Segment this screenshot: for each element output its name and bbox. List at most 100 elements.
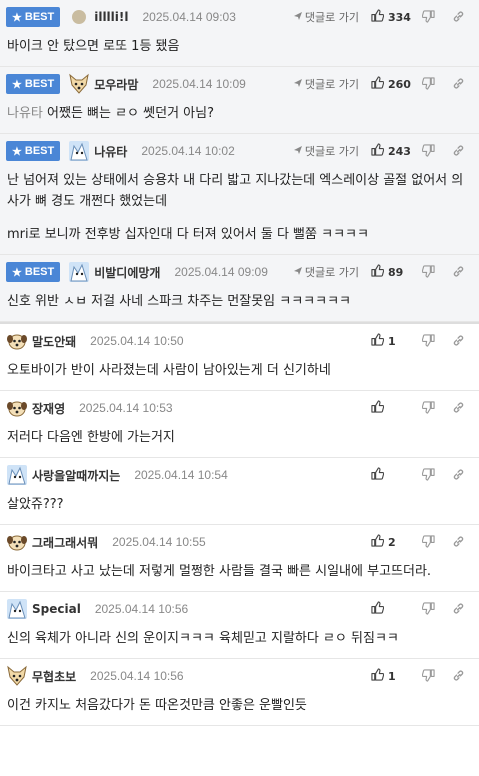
nickname[interactable]: 나유타 [94, 143, 127, 160]
dislike-button[interactable] [413, 332, 443, 351]
go-to-comment-label: 댓글로 가기 [304, 145, 359, 158]
nickname[interactable]: 모우라맘 [94, 76, 138, 93]
go-to-comment-link[interactable]: 댓글로 가기 [293, 264, 359, 280]
thumbs-up-icon [371, 668, 385, 684]
nickname[interactable]: illlli!l [94, 10, 128, 24]
comment-date: 2025.04.14 10:54 [134, 468, 228, 482]
avatar[interactable] [6, 531, 28, 553]
copy-link-button[interactable] [443, 533, 473, 552]
go-to-comment-link[interactable]: 댓글로 가기 [293, 143, 359, 159]
comment-body: mri로 보니까 전후방 십자인대 다 터져 있어서 둘 다 뻘쭘 ㅋㅋㅋㅋ [7, 227, 369, 242]
nickname[interactable]: 말도안돼 [32, 333, 76, 350]
dislike-button[interactable] [413, 533, 443, 552]
comment-date: 2025.04.14 10:56 [90, 669, 184, 683]
thumbs-up-icon [371, 400, 385, 416]
copy-link-button[interactable] [443, 399, 473, 418]
dislike-button[interactable] [413, 466, 443, 485]
thumbs-up-icon [371, 467, 385, 483]
avatar[interactable] [6, 464, 28, 486]
thumbs-down-icon [421, 332, 435, 351]
star-icon: ★ [12, 11, 22, 24]
copy-link-button[interactable] [443, 263, 473, 282]
avatar[interactable] [68, 261, 90, 283]
arrow-icon [293, 11, 303, 24]
like-button[interactable] [371, 467, 413, 483]
nickname[interactable]: 장재영 [32, 400, 65, 417]
dislike-button[interactable] [413, 142, 443, 161]
like-button[interactable]: 2 [371, 534, 413, 550]
copy-link-button[interactable] [443, 8, 473, 27]
dislike-button[interactable] [413, 399, 443, 418]
comment-item: 말도안돼 2025.04.14 10:50 1 오토바이가 반이 사라졌는데 사람이 … [0, 324, 479, 391]
comment-header: ★ BEST 비발디에망개 2025.04.14 09:09 댓글로 가기 89 [0, 255, 479, 289]
link-icon [452, 466, 465, 485]
thumbs-down-icon [421, 75, 435, 94]
thumbs-up-icon [371, 333, 385, 349]
best-badge-label: BEST [24, 78, 55, 90]
copy-link-button[interactable] [443, 600, 473, 619]
avatar[interactable] [6, 330, 28, 352]
comment-date: 2025.04.14 10:50 [90, 334, 184, 348]
comment-body: 저러다 다음엔 한방에 가는거지 [7, 430, 175, 445]
comment-paragraph: 바이크타고 사고 났는데 저렇게 멀쩡한 사람들 결국 빠른 시일내에 부고뜨더… [7, 561, 472, 582]
nickname[interactable]: Special [32, 602, 81, 616]
copy-link-button[interactable] [443, 142, 473, 161]
avatar[interactable] [6, 598, 28, 620]
go-to-comment-link[interactable]: 댓글로 가기 [293, 76, 359, 92]
link-icon [452, 667, 465, 686]
comment-header: 사랑을알때까지는 2025.04.14 10:54 [0, 458, 479, 492]
copy-link-button[interactable] [443, 75, 473, 94]
comment-header: 무협초보 2025.04.14 10:56 1 [0, 659, 479, 693]
dislike-button[interactable] [413, 263, 443, 282]
comment-text: 이건 카지노 처음갔다가 돈 따온것만큼 안좋은 운빨인듯 [0, 693, 479, 725]
dislike-button[interactable] [413, 600, 443, 619]
comment-list: ★ BEST illlli!l 2025.04.14 09:03 댓글로 가기 334 바이… [0, 0, 479, 726]
comment-paragraph: 신의 육체가 아니라 신의 운이지ㅋㅋㅋ 육체믿고 지랄하다 ㄹㅇ 뒤짐ㅋㅋ [7, 628, 472, 649]
like-button[interactable]: 334 [371, 9, 413, 25]
avatar[interactable] [68, 6, 90, 28]
dislike-button[interactable] [413, 667, 443, 686]
like-button[interactable]: 89 [371, 264, 413, 280]
comment-paragraph: 신호 위반 ㅅㅂ 저걸 사네 스파크 차주는 먼잘못임 ㅋㅋㅋㅋㅋㅋ [7, 291, 472, 312]
like-button[interactable] [371, 400, 413, 416]
link-icon [452, 8, 465, 27]
comment-date: 2025.04.14 10:09 [152, 77, 246, 91]
like-button[interactable] [371, 601, 413, 617]
nickname[interactable]: 사랑을알때까지는 [32, 467, 120, 484]
comment-date: 2025.04.14 10:53 [79, 401, 173, 415]
comment-paragraph: 바이크 안 탔으면 로또 1등 됐음 [7, 36, 472, 57]
nickname[interactable]: 무협초보 [32, 668, 76, 685]
nickname[interactable]: 비발디에망개 [94, 264, 160, 281]
copy-link-button[interactable] [443, 466, 473, 485]
like-button[interactable]: 260 [371, 76, 413, 92]
avatar[interactable] [68, 140, 90, 162]
comment-body: 이건 카지노 처음갔다가 돈 따온것만큼 안좋은 운빨인듯 [7, 698, 307, 713]
nickname[interactable]: 그래그래서뭐 [32, 534, 98, 551]
comment-item: ★ BEST 나유타 2025.04.14 10:02 댓글로 가기 243 난 넘어져 있… [0, 134, 479, 255]
dislike-button[interactable] [413, 75, 443, 94]
comment-date: 2025.04.14 10:02 [141, 144, 235, 158]
copy-link-button[interactable] [443, 667, 473, 686]
like-button[interactable]: 1 [371, 333, 413, 349]
dislike-button[interactable] [413, 8, 443, 27]
star-icon: ★ [12, 266, 22, 279]
avatar[interactable] [6, 665, 28, 687]
comment-date: 2025.04.14 09:03 [142, 10, 236, 24]
comment-text: 오토바이가 반이 사라졌는데 사람이 남아있는게 더 신기하네 [0, 358, 479, 390]
like-button[interactable]: 1 [371, 668, 413, 684]
go-to-comment-link[interactable]: 댓글로 가기 [293, 9, 359, 25]
comment-body: 바이크 안 탔으면 로또 1등 됐음 [7, 39, 180, 54]
thumbs-down-icon [421, 466, 435, 485]
link-icon [452, 142, 465, 161]
comment-paragraph: 나유타 어쨌든 뼈는 ㄹㅇ 쎗던거 아님? [7, 103, 472, 124]
star-icon: ★ [12, 78, 22, 91]
like-button[interactable]: 243 [371, 143, 413, 159]
quoted-user[interactable]: 나유타 [7, 106, 43, 121]
link-icon [452, 533, 465, 552]
thumbs-up-icon [371, 76, 385, 92]
comment-body: 난 넘어져 있는 상태에서 승용차 내 다리 밟고 지나갔는데 엑스레이상 골절… [7, 173, 464, 209]
copy-link-button[interactable] [443, 332, 473, 351]
avatar[interactable] [68, 73, 90, 95]
avatar[interactable] [6, 397, 28, 419]
link-icon [452, 399, 465, 418]
